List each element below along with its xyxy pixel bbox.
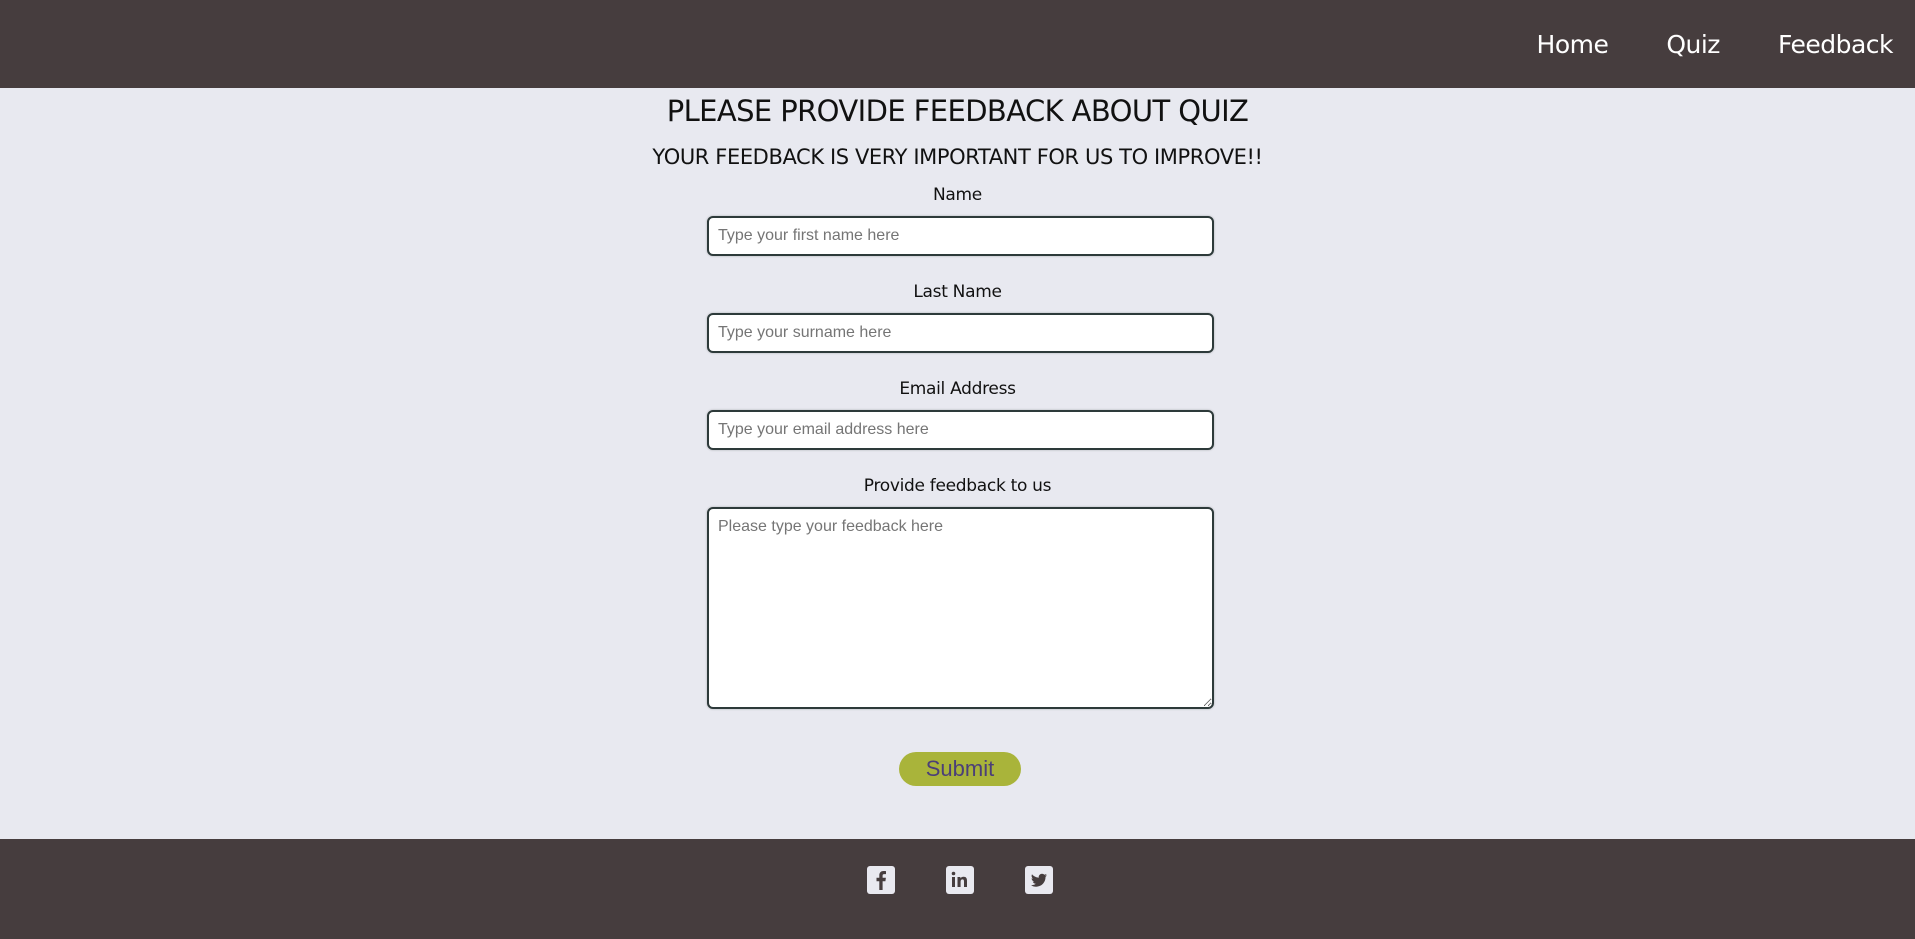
email-input[interactable] bbox=[707, 410, 1214, 450]
first-name-input[interactable] bbox=[707, 216, 1214, 256]
name-label: Name bbox=[933, 185, 982, 205]
top-navbar: Home Quiz Feedback bbox=[0, 0, 1915, 88]
page-subtitle: YOUR FEEDBACK IS VERY IMPORTANT FOR US T… bbox=[652, 145, 1263, 169]
nav-link-feedback[interactable]: Feedback bbox=[1778, 30, 1894, 59]
feedback-textarea[interactable] bbox=[707, 507, 1214, 709]
page-title: PLEASE PROVIDE FEEDBACK ABOUT QUIZ bbox=[666, 94, 1249, 128]
last-name-input[interactable] bbox=[707, 313, 1214, 353]
linkedin-icon bbox=[951, 871, 967, 887]
linkedin-link[interactable] bbox=[946, 866, 974, 894]
main-nav: Home Quiz Feedback bbox=[1479, 0, 1894, 88]
facebook-link[interactable] bbox=[867, 866, 895, 894]
twitter-link[interactable] bbox=[1025, 866, 1053, 894]
email-label: Email Address bbox=[899, 379, 1016, 399]
feedback-section: PLEASE PROVIDE FEEDBACK ABOUT QUIZ YOUR … bbox=[0, 88, 1915, 839]
feedback-label: Provide feedback to us bbox=[863, 476, 1052, 496]
footer bbox=[0, 839, 1915, 939]
facebook-icon bbox=[876, 871, 886, 890]
twitter-icon bbox=[1031, 873, 1047, 887]
nav-link-quiz[interactable]: Quiz bbox=[1666, 30, 1720, 59]
nav-link-home[interactable]: Home bbox=[1537, 30, 1609, 59]
submit-button[interactable]: Submit bbox=[899, 752, 1021, 786]
last-name-label: Last Name bbox=[913, 282, 1002, 302]
